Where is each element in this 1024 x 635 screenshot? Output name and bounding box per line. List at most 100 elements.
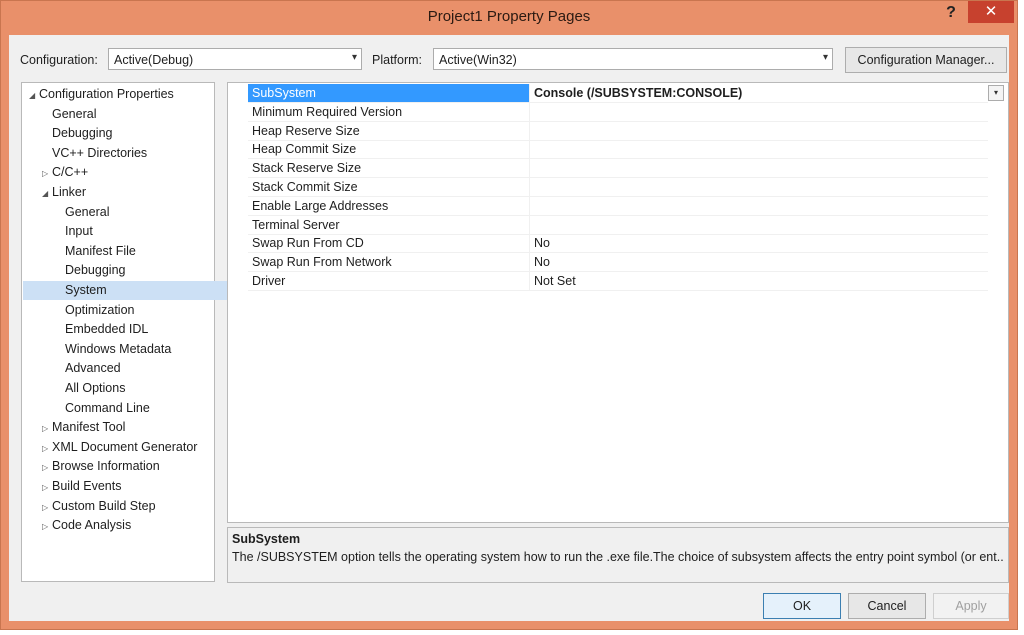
tree-item-label: C/C++ — [52, 165, 89, 180]
title-bar[interactable]: Project1 Property Pages ? ✕ — [1, 1, 1017, 35]
expander-icon[interactable]: ▷ — [42, 164, 52, 183]
tree-item[interactable]: All Options — [23, 379, 247, 398]
expander-icon[interactable]: ▷ — [42, 498, 52, 517]
tree-item[interactable]: ▷ XML Document Generator — [23, 438, 234, 457]
property-name[interactable]: Stack Reserve Size — [248, 159, 529, 179]
description-text: The /SUBSYSTEM option tells the operatin… — [232, 550, 1004, 564]
property-row[interactable]: SubSystem Console (/SUBSYSTEM:CONSOLE) ▾ — [228, 84, 1008, 103]
tree-item[interactable]: ▷ Custom Build Step — [23, 497, 234, 516]
apply-button[interactable]: Apply — [933, 593, 1009, 619]
configuration-label: Configuration: — [20, 53, 98, 67]
tree-item[interactable]: ▷ Manifest Tool — [23, 418, 234, 437]
tree-item[interactable]: General — [23, 203, 247, 222]
tree-item-label: All Options — [65, 381, 126, 395]
expander-icon[interactable]: ▷ — [42, 458, 52, 477]
close-button[interactable]: ✕ — [968, 1, 1014, 23]
expander-icon[interactable]: ▷ — [42, 478, 52, 497]
property-name[interactable]: Enable Large Addresses — [248, 197, 529, 216]
tree-item[interactable]: ▷ Build Events — [23, 477, 234, 496]
property-name[interactable]: Minimum Required Version — [248, 103, 529, 122]
tree-item-label: Custom Build Step — [52, 498, 156, 513]
property-value[interactable]: Not Set — [529, 272, 988, 291]
tree-item[interactable]: Advanced — [23, 359, 247, 378]
tree-item-label: VC++ Directories — [52, 145, 148, 160]
property-grid[interactable]: SubSystem Console (/SUBSYSTEM:CONSOLE) ▾ Mi… — [227, 82, 1009, 523]
property-row[interactable]: Swap Run From CD No — [228, 234, 1008, 254]
tree-item-label: Linker — [52, 185, 87, 199]
property-value[interactable]: No — [529, 234, 988, 254]
property-name[interactable]: Stack Commit Size — [248, 178, 529, 197]
property-row[interactable]: Driver Not Set — [228, 272, 1008, 291]
property-value[interactable] — [529, 140, 988, 160]
expander-icon[interactable]: ▷ — [42, 419, 52, 438]
expander-icon[interactable]: ▷ — [42, 439, 52, 458]
tree-item-label: Debugging — [65, 263, 126, 278]
property-value[interactable] — [529, 196, 988, 216]
property-row[interactable]: Minimum Required Version — [228, 102, 1008, 122]
tree-item[interactable]: Input — [23, 222, 247, 241]
tree-item[interactable]: Debugging — [23, 124, 234, 143]
configuration-combo[interactable]: Active(Debug) ▾ — [108, 48, 362, 70]
property-row[interactable]: Heap Reserve Size — [228, 121, 1008, 141]
tree-item[interactable]: ▷ Browse Information — [23, 457, 234, 476]
property-row[interactable]: Enable Large Addresses — [228, 196, 1008, 216]
configuration-manager-button[interactable]: Configuration Manager... — [845, 47, 1007, 73]
property-row[interactable]: Swap Run From Network No — [228, 253, 1008, 273]
property-value[interactable]: Console (/SUBSYSTEM:CONSOLE) — [529, 84, 988, 103]
dialog-window: Project1 Property Pages ? ✕ Configuratio… — [0, 0, 1018, 630]
tree-item-label: Embedded IDL — [65, 322, 149, 337]
platform-combo[interactable]: Active(Win32) ▾ — [433, 48, 833, 70]
tree-item-label: XML Document Generator — [52, 439, 198, 454]
category-tree[interactable]: ◢ Configuration Properties General Debuggin… — [21, 82, 247, 582]
tree-item[interactable]: ◢ Configuration Properties — [23, 85, 221, 104]
property-row[interactable]: Stack Commit Size — [228, 178, 1008, 197]
property-value[interactable] — [529, 102, 988, 122]
property-row[interactable]: Heap Commit Size — [228, 140, 1008, 160]
property-value[interactable] — [529, 178, 988, 197]
chevron-down-icon: ▾ — [351, 52, 357, 63]
tree-item[interactable]: Command Line — [23, 399, 247, 418]
ok-button[interactable]: OK — [763, 593, 841, 619]
help-button[interactable]: ? — [936, 2, 966, 24]
tree-item[interactable]: VC++ Directories — [23, 144, 234, 163]
property-name[interactable]: Swap Run From Network — [248, 253, 529, 273]
property-row[interactable]: Stack Reserve Size — [228, 159, 1008, 179]
tree-item-label: Browse Information — [52, 459, 160, 474]
dropdown-arrow-icon[interactable]: ▾ — [988, 85, 1004, 101]
tree-item-label: Build Events — [52, 479, 122, 493]
tree-item[interactable]: Debugging — [23, 261, 247, 280]
tree-item[interactable]: Embedded IDL — [23, 320, 247, 339]
property-name[interactable]: SubSystem — [248, 84, 529, 103]
tree-item[interactable]: Windows Metadata — [23, 340, 247, 359]
property-name[interactable]: Heap Commit Size — [248, 140, 529, 160]
property-name[interactable]: Terminal Server — [248, 216, 529, 235]
expander-icon[interactable]: ▷ — [42, 517, 52, 536]
tree-item[interactable]: ▷ C/C++ — [23, 163, 234, 182]
property-name[interactable]: Driver — [248, 272, 529, 291]
property-value[interactable]: No — [529, 253, 988, 273]
property-value[interactable] — [529, 215, 988, 235]
tree-item[interactable]: Optimization — [23, 301, 247, 320]
platform-value: Active(Win32) — [439, 53, 517, 67]
property-name[interactable]: Heap Reserve Size — [248, 122, 529, 141]
cancel-button[interactable]: Cancel — [848, 593, 926, 619]
expander-icon[interactable]: ◢ — [42, 184, 52, 203]
tree-item[interactable]: General — [23, 105, 234, 124]
property-value[interactable] — [529, 159, 988, 179]
platform-label: Platform: — [372, 53, 423, 67]
property-name[interactable]: Swap Run From CD — [248, 234, 529, 254]
tree-item[interactable]: Manifest File — [23, 242, 247, 261]
configuration-value: Active(Debug) — [114, 53, 194, 67]
property-row[interactable]: Terminal Server — [228, 215, 1008, 235]
close-icon: ✕ — [984, 3, 998, 20]
property-value[interactable] — [529, 121, 988, 141]
tree-item[interactable]: ◢ Linker — [23, 183, 234, 202]
tree-item-label: Manifest Tool — [52, 420, 126, 435]
dialog-client-area: Configuration: Active(Debug) ▾ Platform:… — [9, 35, 1009, 621]
tree-item-label: Optimization — [65, 302, 135, 317]
tree-item-label: Command Line — [65, 400, 150, 415]
expander-icon[interactable]: ◢ — [29, 86, 39, 105]
tree-item-label: General — [65, 204, 110, 219]
tree-item[interactable]: System — [23, 281, 247, 300]
tree-item[interactable]: ▷ Code Analysis — [23, 516, 234, 535]
